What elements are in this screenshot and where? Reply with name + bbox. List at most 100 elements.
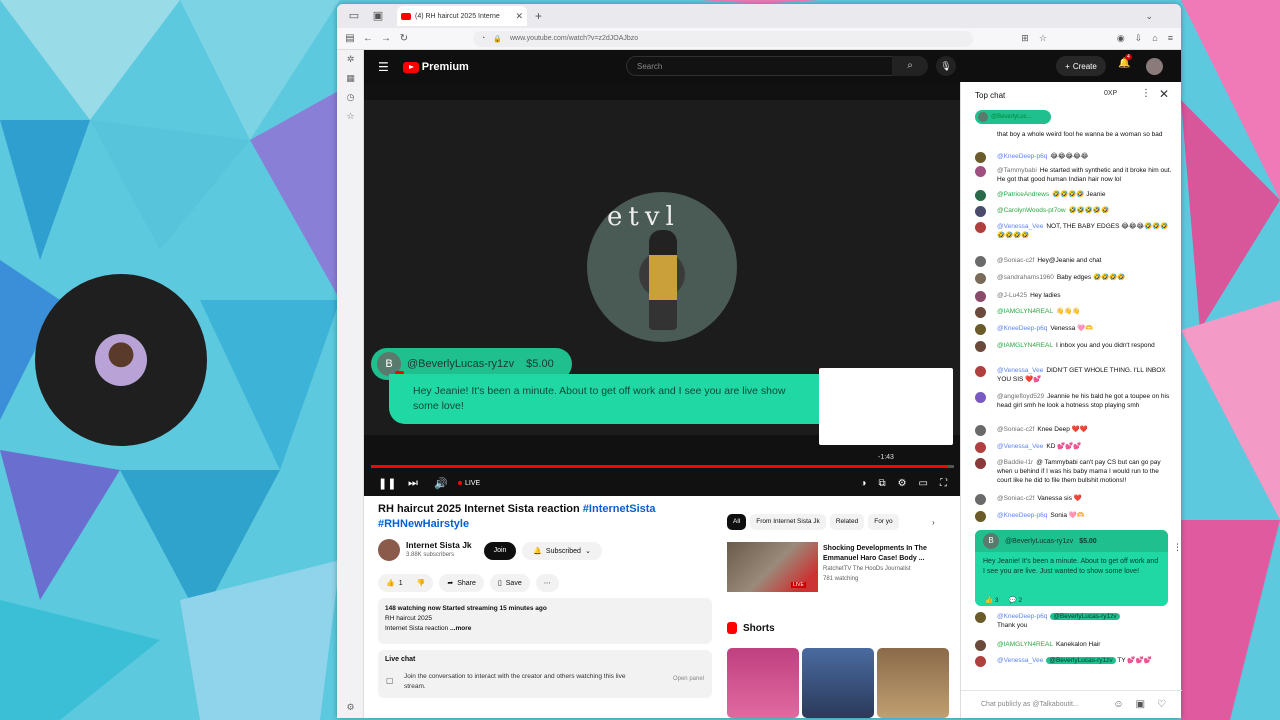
next-icon[interactable]: ⏭: [406, 477, 420, 490]
more-vert-icon[interactable]: ⋮: [1141, 88, 1151, 99]
open-panel-button[interactable]: Open panel: [673, 676, 704, 682]
more-actions-button[interactable]: ⋯: [535, 574, 559, 592]
chevron-down-icon[interactable]: ⌄: [1145, 11, 1153, 22]
chat-message[interactable]: @sandrahams1960 Baby edges 🤣🤣🤣🤣: [975, 273, 1175, 284]
sidebar-panel-icon[interactable]: ▤: [341, 33, 359, 44]
chat-author[interactable]: @Venessa_Vee: [997, 657, 1043, 664]
channel-name[interactable]: Internet Sista Jk: [406, 540, 472, 550]
chat-message[interactable]: @KneeDeep-p6q 😂😂😂😂😂: [975, 152, 1175, 163]
chat-message[interactable]: @Venessa_Vee KD 💕💕💕: [975, 442, 1175, 453]
chat-avatar[interactable]: [975, 656, 986, 667]
video-player[interactable]: etvl B @BeverlyLucas-ry1zv $5.00 Hey Jea…: [364, 84, 961, 496]
chat-avatar[interactable]: [975, 190, 986, 201]
chat-author[interactable]: @Soniac-c2f: [997, 257, 1034, 264]
chat-avatar[interactable]: [975, 392, 986, 403]
chat-avatar[interactable]: [975, 494, 986, 505]
search-button[interactable]: ⌕: [892, 56, 928, 76]
hamburger-menu-icon[interactable]: ☰: [378, 60, 389, 74]
bookmark-star-icon[interactable]: ☆: [1039, 33, 1047, 44]
ai-icon[interactable]: ✲: [337, 50, 364, 69]
chat-author[interactable]: @angiefloyd529: [997, 393, 1044, 400]
chat-mention[interactable]: @BeverlyLucas-ry1zv: [1050, 613, 1120, 620]
chat-avatar[interactable]: [975, 307, 986, 318]
chat-avatar[interactable]: [975, 366, 986, 377]
tab-list-icon[interactable]: ▣: [371, 9, 385, 23]
chat-message[interactable]: @CarolynWoods-pt7ow 🤣🤣🤣🤣🤣: [975, 206, 1175, 217]
chat-message[interactable]: @PatriceAndrews 🤣🤣🤣🤣 Jeanie: [975, 190, 1175, 201]
chat-avatar[interactable]: [975, 206, 986, 217]
chat-avatar[interactable]: [975, 256, 986, 267]
captions-icon[interactable]: ⧉: [878, 478, 885, 489]
autoplay-toggle-icon[interactable]: ◑: [860, 478, 866, 489]
chat-message[interactable]: @KneeDeep-p6q Sonia 🩷🫶: [975, 511, 1175, 522]
short-thumbnail[interactable]: [727, 648, 799, 718]
chat-avatar[interactable]: [975, 166, 986, 177]
top-chat-selector[interactable]: Top chat: [975, 91, 1005, 100]
chat-avatar[interactable]: [975, 458, 986, 469]
search-input[interactable]: Search: [626, 56, 922, 76]
chat-avatar[interactable]: [975, 425, 986, 436]
chat-message[interactable]: @IAMGLYN4REAL 👋👋👋: [975, 307, 1175, 318]
chip-all[interactable]: All: [727, 514, 747, 530]
extension-icon[interactable]: ◉: [1117, 33, 1125, 44]
chat-avatar[interactable]: [975, 273, 986, 284]
chat-input[interactable]: Chat publicly as @Talkaboutit... ☺ ▣ ♡: [961, 690, 1182, 718]
download-icon[interactable]: ⇩: [1135, 33, 1143, 44]
chat-author[interactable]: @Tammybabi: [997, 167, 1037, 174]
progress-bar[interactable]: [371, 465, 954, 468]
new-tab-icon[interactable]: +: [535, 9, 542, 23]
microphone-icon[interactable]: 🎙: [936, 56, 956, 76]
chat-avatar[interactable]: [975, 511, 986, 522]
chat-avatar[interactable]: [975, 291, 986, 302]
chat-avatar[interactable]: [975, 442, 986, 453]
share-button[interactable]: ➦ Share: [439, 574, 484, 592]
chat-author[interactable]: @KneeDeep-p6q: [997, 153, 1047, 160]
sidebar-toggle-icon[interactable]: ▭: [347, 9, 361, 23]
chat-message[interactable]: @Venessa_Vee NOT, THE BABY EDGES 😂😂😂🤣🤣🤣🤣🤣…: [975, 222, 1175, 240]
chat-message[interactable]: @Soniac-c2f Vanessa sis ❤️: [975, 494, 1175, 505]
like-reaction[interactable]: 👍 3: [985, 596, 999, 604]
fullscreen-icon[interactable]: ⛶: [940, 478, 947, 489]
chevron-right-icon[interactable]: ›: [932, 518, 935, 527]
chat-author[interactable]: @IAMGLYN4REAL: [997, 641, 1053, 648]
account-avatar[interactable]: [1146, 58, 1163, 75]
theater-mode-icon[interactable]: ▭: [919, 478, 928, 489]
superchat-card[interactable]: B @BeverlyLucas-ry1zv $5.00 Hey Jeanie! …: [975, 530, 1168, 606]
chat-message[interactable]: @Soniac-c2f Knee Deep ❤️❤️: [975, 425, 1175, 436]
heart-icon[interactable]: ♡: [1157, 699, 1166, 710]
reader-icon[interactable]: ▦: [337, 69, 364, 88]
chat-message[interactable]: @IAMGLYN4REAL Kanekalon Hair: [975, 640, 1175, 651]
chat-message[interactable]: @Venessa_Vee DIDN'T GET WHOLE THING. I'LL…: [975, 366, 1175, 384]
translate-icon[interactable]: ⊞: [1021, 33, 1029, 44]
settings-icon[interactable]: ⚙: [337, 698, 364, 717]
volume-icon[interactable]: 🔊: [434, 477, 448, 490]
chat-author[interactable]: @Venessa_Vee: [997, 367, 1043, 374]
save-button[interactable]: ▯ Save: [489, 574, 530, 592]
chat-author[interactable]: @KneeDeep-p6q: [997, 613, 1047, 620]
chat-author[interactable]: @J-Lu425: [997, 292, 1027, 299]
settings-gear-icon[interactable]: ⚙: [898, 478, 907, 489]
tab-youtube[interactable]: (4) RH haircut 2025 Interne ✕: [397, 6, 527, 26]
chat-avatar[interactable]: [975, 341, 986, 352]
superchat-icon[interactable]: ▣: [1136, 699, 1145, 710]
more-link[interactable]: ...more: [450, 625, 471, 632]
chat-message[interactable]: @KneeDeep-p6q Venessa 🩷🫶: [975, 324, 1175, 335]
join-button[interactable]: Join: [484, 542, 516, 560]
chat-message[interactable]: @KneeDeep-p6q @BeverlyLucas-ry1zv Thank y…: [975, 612, 1175, 630]
channel-avatar[interactable]: [378, 539, 400, 561]
recommended-channel[interactable]: RatchetTV The HooDs Journalist: [823, 566, 911, 572]
chat-avatar[interactable]: [975, 324, 986, 335]
chat-author[interactable]: @Baddie-l1r: [997, 459, 1033, 466]
create-button[interactable]: + Create: [1056, 56, 1106, 76]
chat-author[interactable]: @sandrahams1960: [997, 274, 1054, 281]
chat-message[interactable]: @Tammybabi He started with synthetic and …: [975, 166, 1175, 184]
subscribed-button[interactable]: 🔔 Subscribed ⌄: [522, 542, 602, 560]
reply-reaction[interactable]: 💬 2: [1009, 596, 1023, 604]
url-field[interactable]: ◔ 🔒 www.youtube.com/watch?v=z2dJOAJbzo: [473, 30, 973, 47]
chat-author[interactable]: @KneeDeep-p6q: [997, 512, 1047, 519]
chat-mention[interactable]: @BeverlyLucas-ry1zv: [1046, 657, 1116, 664]
chat-message[interactable]: @Soniac-c2f Hey@Jeanie and chat: [975, 256, 1175, 267]
hashtag-link[interactable]: #RHNewHairstyle: [378, 518, 469, 530]
chat-author[interactable]: @Soniac-c2f: [997, 495, 1034, 502]
puzzle-icon[interactable]: ⌂: [1152, 33, 1157, 44]
